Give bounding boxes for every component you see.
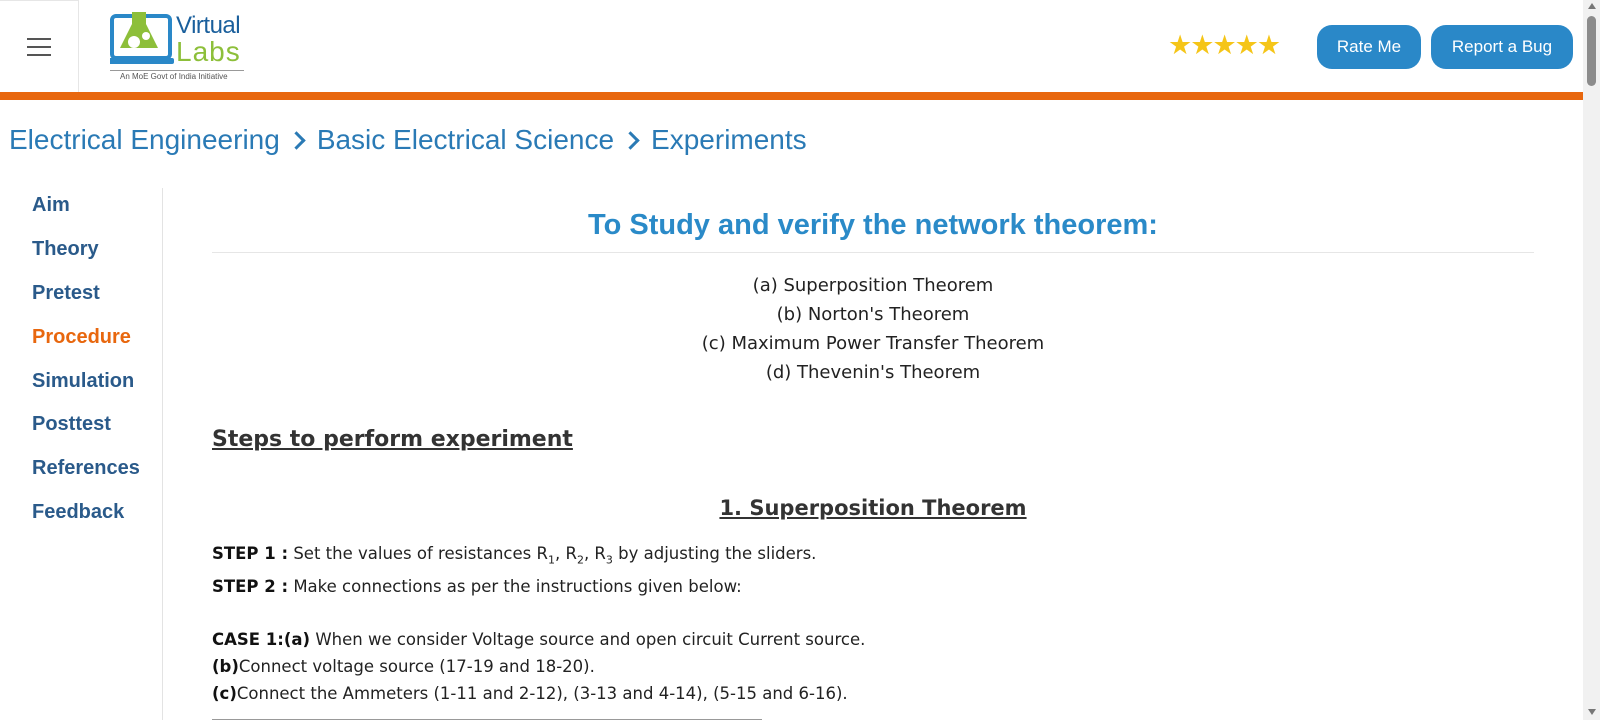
subscript: 3 (605, 553, 613, 567)
case-1-c-text: (c)Connect the Ammeters (1-11 and 2-12),… (212, 680, 1534, 707)
theorem-item: (a) Superposition Theorem (752, 275, 994, 296)
subscript: 1 (547, 553, 555, 567)
subscript: 2 (576, 553, 584, 567)
case-1-label: CASE 1:(a) (212, 630, 311, 650)
sidebar-item-simulation[interactable]: Simulation (32, 370, 134, 393)
step-1-body: , R (583, 544, 606, 563)
top-header: Virtual Labs An MoE Govt of India Initia… (0, 0, 1583, 92)
step-1-text: STEP 1 : Set the values of resistances R… (212, 540, 1534, 573)
breadcrumb-basic-electrical-science[interactable]: Basic Electrical Science (317, 124, 614, 156)
scrollbar-thumb[interactable] (1587, 16, 1596, 86)
star-icon[interactable]: ★ (1235, 30, 1259, 61)
breadcrumb-experiments[interactable]: Experiments (651, 124, 807, 156)
steps-heading: Steps to perform experiment (212, 427, 573, 452)
report-bug-button[interactable]: Report a Bug (1431, 25, 1573, 69)
star-icon[interactable]: ★ (1257, 30, 1281, 61)
item-b-label: (b) (212, 657, 239, 677)
page-scrollbar[interactable] (1583, 0, 1600, 720)
theorem-item: (b) Norton's Theorem (776, 304, 970, 325)
logo-text-labs: Labs (176, 36, 241, 67)
hamburger-menu-button[interactable] (0, 0, 79, 92)
logo-tagline: An MoE Govt of India Initiative (120, 72, 228, 81)
theorem-item: (d) Thevenin's Theorem (765, 362, 981, 383)
star-icon[interactable]: ★ (1168, 30, 1192, 61)
scroll-up-arrow-icon[interactable] (1588, 3, 1596, 9)
step-2-label: STEP 2 : (212, 577, 289, 597)
section-heading-superposition: 1. Superposition Theorem (719, 496, 1027, 520)
title-divider (212, 252, 1534, 253)
breadcrumb: Electrical Engineering Basic Electrical … (9, 124, 807, 156)
hamburger-icon (27, 37, 51, 56)
item-c-body: Connect the Ammeters (1-11 and 2-12), (3… (236, 684, 848, 704)
step-1-body: Set the values of resistances R (288, 544, 548, 563)
step-1-body: by adjusting the sliders. (612, 544, 817, 563)
main-content: To Study and verify the network theorem:… (212, 205, 1534, 707)
rate-me-button[interactable]: Rate Me (1317, 25, 1421, 69)
header-accent-bar (0, 92, 1583, 100)
step-1-body: , R (554, 544, 577, 563)
case-1-b-text: (b)Connect voltage source (17-19 and 18-… (212, 653, 1534, 680)
theorem-list: (a) Superposition Theorem (b) Norton's T… (212, 271, 1534, 387)
chevron-right-icon (621, 130, 640, 150)
chevron-right-icon (287, 130, 306, 150)
sidebar-item-pretest[interactable]: Pretest (32, 282, 100, 305)
sidebar-item-aim[interactable]: Aim (32, 194, 70, 217)
sidebar-item-procedure[interactable]: Procedure (32, 326, 131, 349)
breadcrumb-electrical-engineering[interactable]: Electrical Engineering (9, 124, 280, 156)
item-c-label: (c) (212, 684, 237, 704)
sidebar-item-posttest[interactable]: Posttest (32, 413, 111, 436)
step-2-body: Make connections as per the instructions… (288, 577, 742, 597)
case-1-text: CASE 1:(a) When we consider Voltage sour… (212, 626, 1534, 653)
sidebar-item-theory[interactable]: Theory (32, 238, 99, 261)
item-b-body: Connect voltage source (17-19 and 18-20)… (238, 657, 595, 677)
step-2-text: STEP 2 : Make connections as per the ins… (212, 573, 1534, 600)
sidebar-nav: Aim Theory Pretest Procedure Simulation … (0, 188, 163, 720)
star-icon[interactable]: ★ (1190, 30, 1214, 61)
sidebar-item-references[interactable]: References (32, 457, 140, 480)
page-title: To Study and verify the network theorem: (588, 209, 1158, 241)
star-icon[interactable]: ★ (1212, 30, 1236, 61)
star-rating[interactable]: ★★★★★ (1168, 30, 1281, 61)
step-1-label: STEP 1 : (212, 544, 289, 563)
sidebar-item-feedback[interactable]: Feedback (32, 501, 124, 524)
case-1-body: When we consider Voltage source and open… (310, 630, 866, 650)
theorem-item: (c) Maximum Power Transfer Theorem (701, 333, 1045, 354)
scroll-down-arrow-icon[interactable] (1588, 709, 1596, 715)
